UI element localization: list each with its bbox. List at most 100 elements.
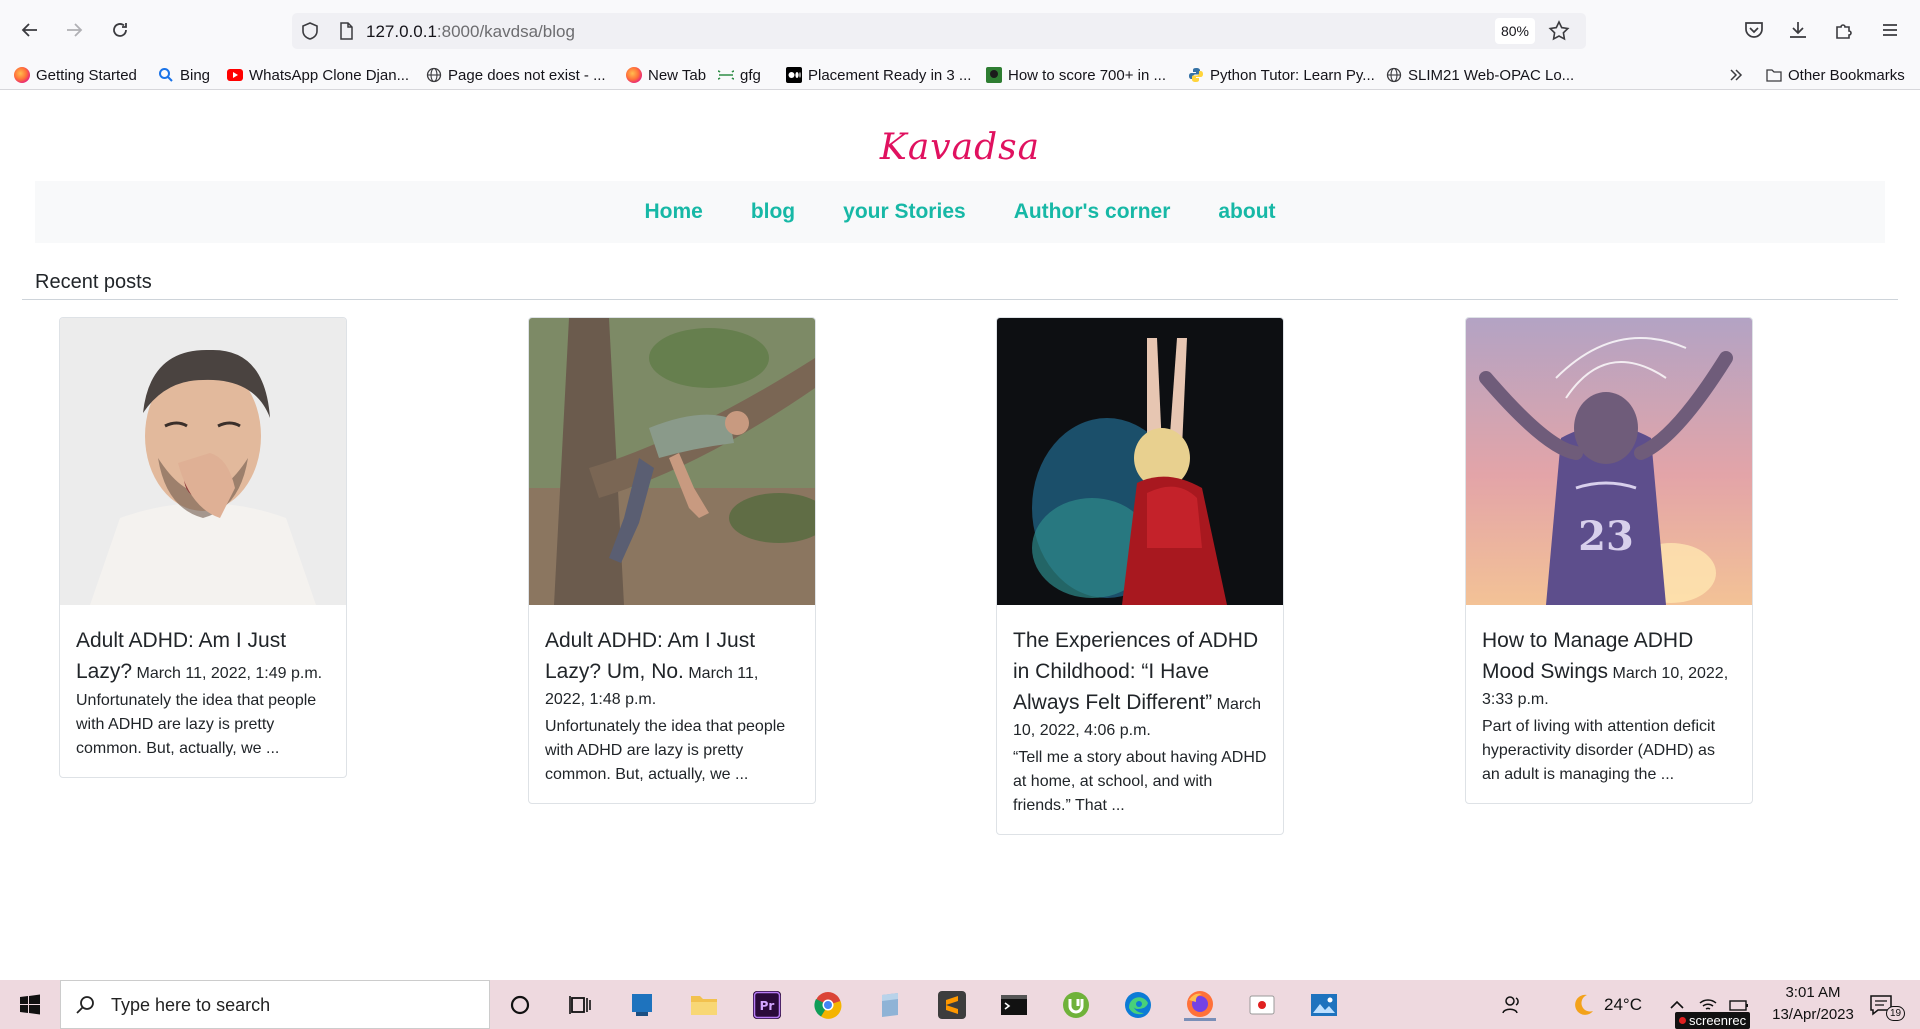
zoom-level-badge[interactable]: 80% <box>1495 18 1535 44</box>
back-button[interactable] <box>14 14 46 46</box>
medium-icon <box>786 67 802 83</box>
url-path: :8000/kavdsa/blog <box>436 22 575 41</box>
bookmark-label: Bing <box>180 66 211 84</box>
task-view-icon <box>569 996 591 1014</box>
premiere-pro-icon: Pr <box>753 991 781 1019</box>
other-bookmarks-folder[interactable]: Other Bookmarks <box>1766 64 1905 86</box>
bookmark-label: WhatsApp Clone Djan... <box>249 66 410 84</box>
taskbar-app-recorder[interactable] <box>1246 989 1278 1021</box>
taskbar-app-terminal[interactable] <box>998 989 1030 1021</box>
bookmark-item[interactable]: Page does not exist - ... <box>426 64 606 86</box>
taskbar-search-box[interactable]: Type here to search <box>60 980 490 1029</box>
bookmark-label: gfg <box>740 66 761 84</box>
bookmark-item[interactable]: New Tab <box>626 64 706 86</box>
bookmark-label: Python Tutor: Learn Py... <box>1210 66 1375 84</box>
nav-about[interactable]: about <box>1218 200 1275 224</box>
folder-icon <box>691 996 717 1015</box>
search-icon <box>76 996 94 1014</box>
taskbar-app-file-explorer[interactable] <box>688 989 720 1021</box>
site-icon <box>986 67 1002 83</box>
taskbar-app-firefox[interactable] <box>1184 989 1216 1021</box>
taskbar-app-utorrent[interactable] <box>1060 989 1092 1021</box>
bing-search-icon <box>159 68 173 82</box>
taskbar-app-chrome[interactable] <box>812 989 844 1021</box>
bookmark-item[interactable]: Python Tutor: Learn Py... <box>1188 64 1375 86</box>
taskbar-app-sublime[interactable] <box>936 989 968 1021</box>
start-button[interactable] <box>0 980 60 1029</box>
bookmark-item[interactable]: SLIM21 Web-OPAC Lo... <box>1386 64 1574 86</box>
nav-your-stories[interactable]: your Stories <box>843 200 966 224</box>
site-brand[interactable]: Kavadsa <box>0 127 1920 168</box>
post-card[interactable]: Adult ADHD: Am I Just Lazy? March 11, 20… <box>59 317 347 778</box>
post-excerpt: Part of living with attention deficit hy… <box>1482 718 1716 783</box>
puzzle-icon <box>1836 24 1852 39</box>
taskbar-app-premiere[interactable]: Pr <box>751 989 783 1021</box>
bookmark-item[interactable]: WhatsApp Clone Djan... <box>227 64 409 86</box>
shield-icon[interactable] <box>300 21 320 41</box>
post-excerpt: Unfortunately the idea that people with … <box>545 718 786 783</box>
page-icon <box>340 22 353 40</box>
taskbar-app-photos[interactable] <box>1308 989 1340 1021</box>
bookmark-item[interactable]: Getting Started <box>14 64 137 86</box>
chrome-icon <box>814 992 842 1019</box>
taskbar-app-news[interactable] <box>626 989 658 1021</box>
bookmark-label: Placement Ready in 3 ... <box>808 66 972 84</box>
pocket-button[interactable] <box>1740 16 1768 44</box>
clock-date: 13/Apr/2023 <box>1772 1006 1854 1023</box>
bookmark-item[interactable]: How to score 700+ in ... <box>986 64 1166 86</box>
notepad-icon <box>882 993 898 1017</box>
url-text[interactable]: 127.0.0.1:8000/kavdsa/blog <box>366 22 575 42</box>
forward-button[interactable] <box>58 14 90 46</box>
post-excerpt: “Tell me a story about having ADHD at ho… <box>1013 749 1267 814</box>
reload-button[interactable] <box>104 14 136 46</box>
news-app-icon <box>632 994 652 1016</box>
people-button[interactable] <box>1500 980 1524 1029</box>
downloads-button[interactable] <box>1784 16 1812 44</box>
clock-time: 3:01 AM <box>1785 984 1841 1001</box>
taskbar-clock[interactable]: 3:01 AM 13/Apr/2023 <box>1768 982 1858 1026</box>
menu-button[interactable] <box>1876 16 1904 44</box>
weather-widget[interactable]: 24°C <box>1570 980 1642 1029</box>
cortana-button[interactable] <box>504 989 536 1021</box>
post-card-body: How to Manage ADHD Mood Swings March 10,… <box>1466 605 1752 803</box>
python-icon <box>1189 68 1203 82</box>
task-view-button[interactable] <box>564 989 596 1021</box>
moon-icon <box>1575 994 1593 1015</box>
download-icon <box>1790 22 1806 38</box>
folder-icon <box>1766 69 1782 82</box>
bookmarks-overflow-button[interactable] <box>1728 64 1744 86</box>
post-title-line: How to Manage ADHD Mood Swings March 10,… <box>1482 625 1736 713</box>
bookmark-label: Getting Started <box>36 66 137 84</box>
taskbar-app-edge[interactable] <box>1122 989 1154 1021</box>
post-card[interactable]: The Experiences of ADHD in Childhood: “I… <box>996 317 1284 835</box>
bookmark-label: How to score 700+ in ... <box>1008 66 1166 84</box>
utorrent-icon <box>1063 992 1089 1018</box>
taskbar-app-notes[interactable] <box>874 989 906 1021</box>
nav-authors-corner[interactable]: Author's corner <box>1014 200 1171 224</box>
address-bar[interactable]: 127.0.0.1:8000/kavdsa/blog 80% <box>292 13 1586 49</box>
firefox-icon <box>1187 990 1213 1017</box>
nav-home[interactable]: Home <box>644 200 702 224</box>
post-card-body: Adult ADHD: Am I Just Lazy? Um, No. Marc… <box>529 605 815 803</box>
yawning-man-photo <box>60 318 346 605</box>
extensions-button[interactable] <box>1830 16 1858 44</box>
windows-logo-icon <box>20 994 40 1014</box>
bookmark-item[interactable]: Placement Ready in 3 ... <box>786 64 971 86</box>
water-splash-photo: 23 <box>1466 318 1752 605</box>
gfg-icon <box>718 70 734 80</box>
screen-recorder-icon <box>1249 995 1275 1015</box>
nav-blog[interactable]: blog <box>751 200 795 224</box>
recorder-label: screenrec <box>1689 1013 1747 1028</box>
bookmark-item[interactable]: Bing <box>158 64 210 86</box>
bookmark-item[interactable]: gfg <box>718 64 761 86</box>
post-title-line: Adult ADHD: Am I Just Lazy? March 11, 20… <box>76 625 330 687</box>
post-card[interactable]: 23 How to Manage ADHD Mood Swings March … <box>1465 317 1753 804</box>
pocket-icon <box>1745 22 1763 38</box>
post-card[interactable]: Adult ADHD: Am I Just Lazy? Um, No. Marc… <box>528 317 816 804</box>
notification-center-button[interactable]: 19 <box>1868 980 1906 1029</box>
bookmark-star-icon[interactable] <box>1547 19 1571 43</box>
arrow-right-icon <box>67 23 83 37</box>
bookmark-label: Page does not exist - ... <box>448 66 606 84</box>
post-date: March 11, 2022, 1:49 p.m. <box>136 665 323 682</box>
screen-recorder-badge: screenrec <box>1675 1012 1751 1029</box>
